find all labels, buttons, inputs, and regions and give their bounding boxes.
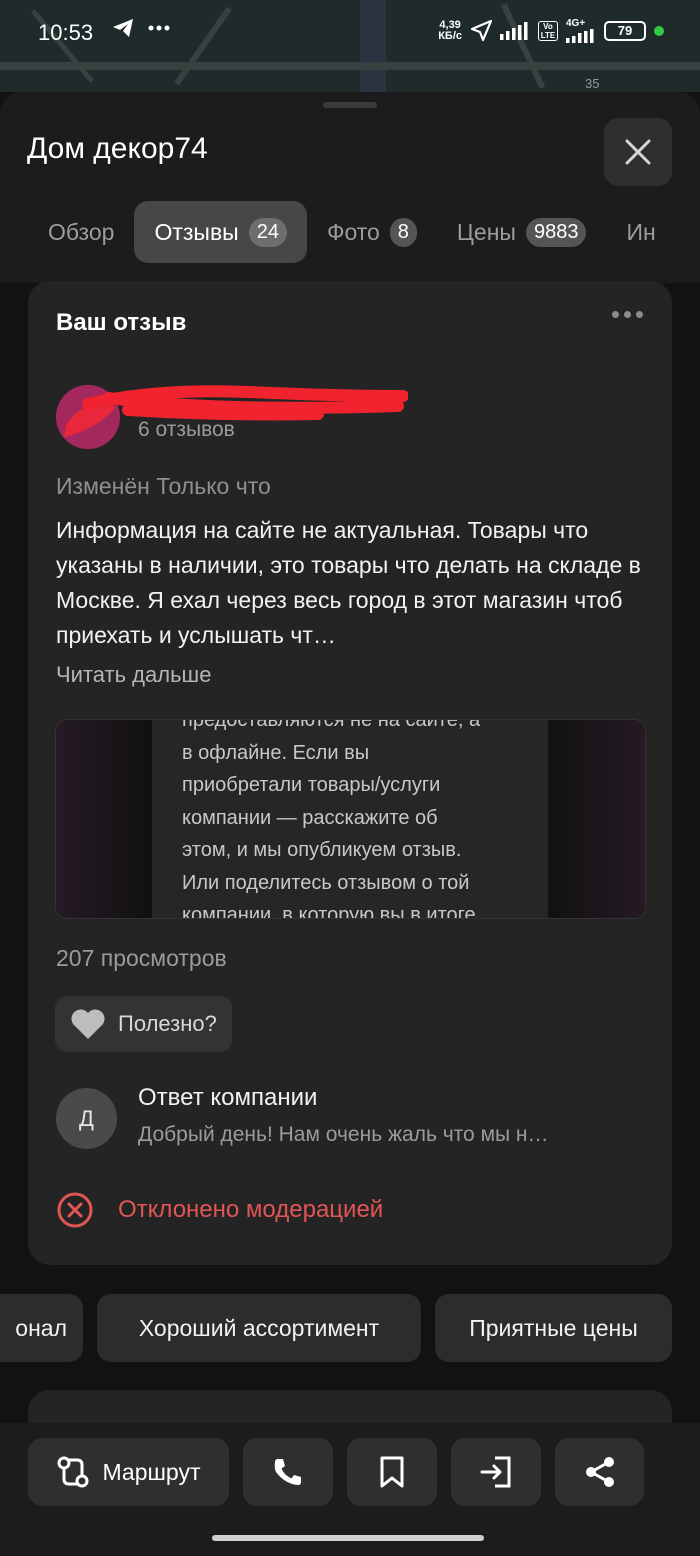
- place-title: Дом декор74: [27, 132, 208, 165]
- review-photo[interactable]: предоставляются не на сайте, а в офлайне…: [55, 719, 646, 919]
- author-reviews-count: 6 отзывов: [138, 418, 235, 441]
- tab-prices[interactable]: Цены 9883: [437, 201, 607, 263]
- net-speed-unit: КБ/с: [438, 29, 462, 42]
- tab-overview-label: Обзор: [48, 218, 115, 245]
- net-speed-value: 4,39: [439, 18, 461, 31]
- sheet-grabber[interactable]: [323, 102, 377, 108]
- telegram-icon: [113, 19, 133, 37]
- status-bar: 10:53 4,39 КБ/с Vo LTE 4G+ 79 35: [0, 0, 700, 91]
- tab-reviews-count: 24: [248, 217, 287, 247]
- call-button[interactable]: [243, 1438, 333, 1506]
- photo-line: компании, в которую вы в итоге: [182, 904, 476, 919]
- signal-bars-icon: [500, 21, 528, 40]
- route-icon: [57, 1456, 89, 1488]
- battery-indicator: 79: [604, 20, 646, 41]
- photo-text: предоставляются не на сайте, а в офлайне…: [182, 720, 481, 919]
- status-right-icons: 4,39 КБ/с Vo LTE 4G+ 79: [438, 18, 664, 43]
- enter-button[interactable]: [451, 1438, 541, 1506]
- privacy-indicator-dot: [654, 25, 664, 36]
- useful-label: Полезно?: [118, 1011, 217, 1036]
- share-button[interactable]: [555, 1438, 644, 1506]
- photo-line: компании — расскажите об: [182, 806, 438, 829]
- review-edited-time: Изменён Только что: [56, 473, 271, 499]
- tab-info-label: Ин: [626, 218, 656, 245]
- more-notifications-icon: [148, 25, 170, 31]
- review-views: 207 просмотров: [56, 945, 227, 971]
- tag-chip[interactable]: онал: [0, 1294, 83, 1362]
- map-label: 35: [585, 76, 600, 91]
- tab-prices-count: 9883: [525, 217, 587, 247]
- read-more-link[interactable]: Читать дальше: [56, 662, 211, 688]
- tab-photos[interactable]: Фото 8: [307, 201, 437, 263]
- tag-chip-label: онал: [15, 1314, 67, 1341]
- tag-chip-label: Хороший ассортимент: [138, 1314, 380, 1341]
- moderation-status: Отклонено модерацией: [56, 1191, 383, 1229]
- photo-line: приобретали товары/услуги: [182, 774, 441, 796]
- share-icon: [585, 1457, 614, 1487]
- route-label: Маршрут: [102, 1458, 201, 1485]
- bookmark-button[interactable]: [347, 1438, 437, 1506]
- tab-photos-count: 8: [389, 217, 417, 247]
- more-options-icon[interactable]: [612, 311, 643, 318]
- heart-icon: [71, 1009, 105, 1039]
- useful-button[interactable]: Полезно?: [55, 996, 232, 1052]
- volte-badge: Vo LTE: [538, 20, 558, 41]
- tab-reviews[interactable]: Отзывы 24: [134, 201, 307, 263]
- network-type-label: 4G+: [566, 18, 586, 29]
- company-reply-title[interactable]: Ответ компании: [138, 1084, 317, 1112]
- tag-chip-label: Приятные цены: [469, 1314, 638, 1341]
- review-card-title: Ваш отзыв: [56, 309, 187, 336]
- tab-photos-label: Фото: [326, 218, 380, 245]
- company-reply-text[interactable]: Добрый день! Нам очень жаль что мы н…: [138, 1123, 638, 1147]
- net-speed: 4,39 КБ/с: [438, 18, 462, 42]
- rejected-icon: [57, 1192, 93, 1228]
- close-icon: [625, 139, 651, 165]
- photo-line: в офлайне. Если вы: [182, 741, 370, 764]
- login-icon: [480, 1456, 511, 1488]
- network-type-badge: 4G+: [566, 18, 596, 43]
- tag-chip-assortment[interactable]: Хороший ассортимент: [97, 1294, 421, 1362]
- my-review-card: Ваш отзыв 6 отзывов Изменён Только что И…: [28, 281, 672, 1265]
- bookmark-icon: [380, 1456, 404, 1488]
- phone-icon: [274, 1459, 301, 1485]
- tab-reviews-label: Отзывы: [154, 218, 239, 245]
- route-button[interactable]: Маршрут: [28, 1438, 229, 1506]
- photo-line: этом, и мы опубликуем отзыв.: [182, 839, 462, 861]
- status-left-icons: [112, 18, 170, 38]
- moderation-status-label: Отклонено модерацией: [118, 1196, 384, 1223]
- status-time: 10:53: [38, 20, 94, 45]
- review-text: Информация на сайте не актуальная. Товар…: [56, 517, 641, 648]
- bottom-action-bar: Маршрут: [0, 1423, 700, 1556]
- redacted-author-name: [82, 385, 408, 421]
- close-button[interactable]: [604, 118, 672, 186]
- company-avatar: Д: [56, 1088, 117, 1149]
- location-arrow-icon: [470, 19, 492, 41]
- home-indicator[interactable]: [212, 1535, 484, 1541]
- tag-chip-prices[interactable]: Приятные цены: [435, 1294, 672, 1362]
- tab-overview[interactable]: Обзор: [28, 201, 134, 263]
- photo-line: предоставляются не на сайте, а: [182, 720, 481, 731]
- photo-line: Или поделитесь отзывом о той: [182, 871, 470, 894]
- tab-bar: Обзор Отзывы 24 Фото 8 Цены 9883 Ин: [0, 201, 700, 263]
- signal-bars-2-icon: [566, 29, 594, 43]
- tab-prices-label: Цены: [456, 218, 516, 245]
- tab-info[interactable]: Ин: [606, 201, 675, 263]
